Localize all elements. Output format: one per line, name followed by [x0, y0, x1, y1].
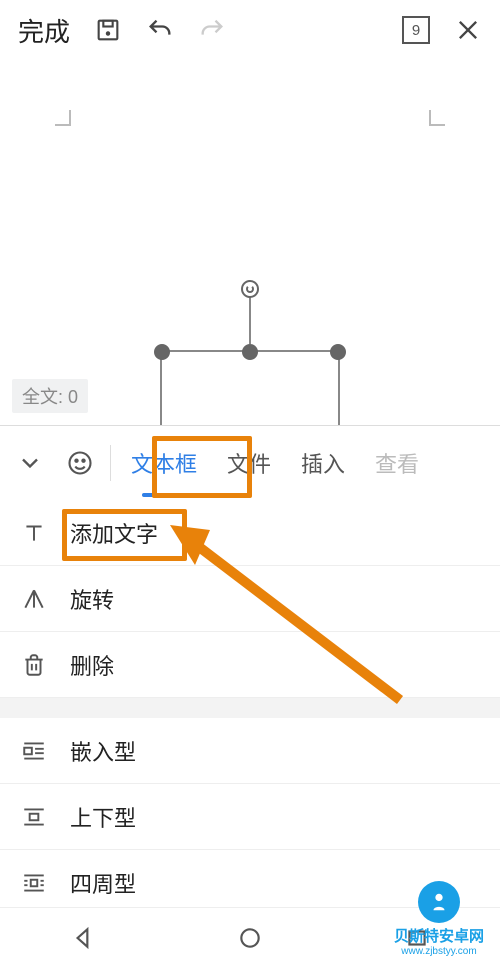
rotate-stem: [249, 292, 251, 344]
redo-icon: [190, 8, 234, 52]
document-canvas[interactable]: 全文: 0: [0, 60, 500, 425]
top-toolbar: 完成 9: [0, 0, 500, 60]
word-count-badge: 全文: 0: [12, 379, 88, 413]
option-wrap-topbottom[interactable]: 上下型: [0, 784, 500, 850]
section-gap: [0, 698, 500, 718]
done-button[interactable]: 完成: [10, 12, 78, 49]
option-delete[interactable]: 删除: [0, 632, 500, 698]
rotate-icon: [20, 585, 48, 613]
watermark-title: 贝斯特安卓网: [384, 925, 494, 946]
watermark-url: www.zjbstyy.com: [384, 946, 494, 957]
nav-home-icon[interactable]: [230, 918, 270, 958]
tab-insert[interactable]: 插入: [289, 447, 357, 479]
resize-handle[interactable]: [330, 344, 346, 360]
wrap-square-icon: [20, 869, 48, 897]
page-count-badge[interactable]: 9: [394, 8, 438, 52]
collapse-panel-icon[interactable]: [8, 441, 52, 485]
wrap-topbottom-icon: [20, 803, 48, 831]
save-icon[interactable]: [86, 8, 130, 52]
option-label: 四周型: [70, 867, 136, 899]
crop-corner-tl: [55, 110, 71, 126]
emoji-icon[interactable]: [58, 441, 102, 485]
selected-textbox[interactable]: [160, 350, 340, 430]
resize-handle[interactable]: [154, 344, 170, 360]
tab-view[interactable]: 查看: [363, 447, 431, 479]
nav-back-icon[interactable]: [63, 918, 103, 958]
rotate-handle-icon[interactable]: [241, 280, 259, 298]
undo-icon[interactable]: [138, 8, 182, 52]
watermark: 贝斯特安卓网 www.zjbstyy.com: [384, 881, 494, 957]
option-add-text[interactable]: 添加文字: [0, 500, 500, 566]
tab-file[interactable]: 文件: [215, 447, 283, 479]
option-label: 旋转: [70, 583, 114, 615]
options-panel: 添加文字 旋转 删除 嵌入型 上下型 四周型: [0, 500, 500, 916]
tool-tabbar: 文本框 文件 插入 查看: [0, 425, 500, 500]
text-icon: [20, 519, 48, 547]
option-label: 嵌入型: [70, 735, 136, 767]
option-rotate[interactable]: 旋转: [0, 566, 500, 632]
crop-corner-tr: [429, 110, 445, 126]
page-count-value: 9: [402, 16, 430, 44]
option-label: 上下型: [70, 801, 136, 833]
close-icon[interactable]: [446, 8, 490, 52]
option-label: 添加文字: [70, 517, 158, 549]
option-label: 删除: [70, 649, 114, 681]
wrap-inline-icon: [20, 737, 48, 765]
divider: [110, 445, 111, 481]
watermark-logo-icon: [418, 881, 460, 923]
trash-icon: [20, 651, 48, 679]
option-wrap-inline[interactable]: 嵌入型: [0, 718, 500, 784]
resize-handle[interactable]: [242, 344, 258, 360]
tab-textbox[interactable]: 文本框: [119, 447, 209, 479]
